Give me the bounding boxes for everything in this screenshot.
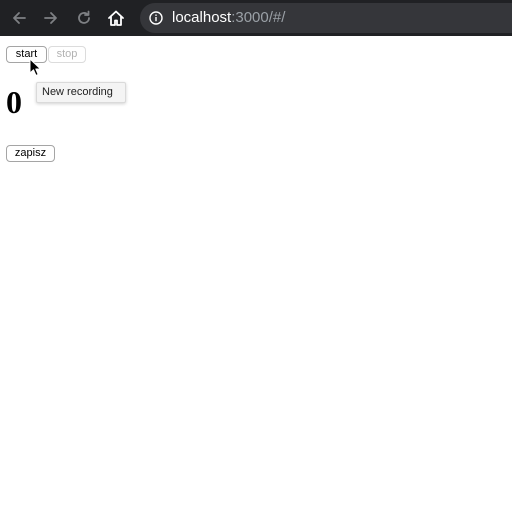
info-icon[interactable] [149,11,163,25]
browser-toolbar: localhost:3000/#/ [0,0,512,36]
forward-icon[interactable] [40,7,62,29]
reload-icon[interactable] [73,7,95,29]
recording-counter: 0 [6,84,22,120]
page-content: start stop 0 zapisz New recording [0,36,512,512]
stop-button[interactable]: stop [48,46,86,63]
mouse-cursor-icon [29,58,43,78]
back-icon[interactable] [8,7,30,29]
url-path: :3000/#/ [231,9,286,26]
save-button[interactable]: zapisz [6,145,55,162]
tooltip: New recording [36,82,126,103]
address-bar[interactable]: localhost:3000/#/ [140,3,512,33]
home-icon[interactable] [105,7,127,29]
url-text[interactable]: localhost:3000/#/ [172,9,285,27]
url-host: localhost [172,9,232,26]
